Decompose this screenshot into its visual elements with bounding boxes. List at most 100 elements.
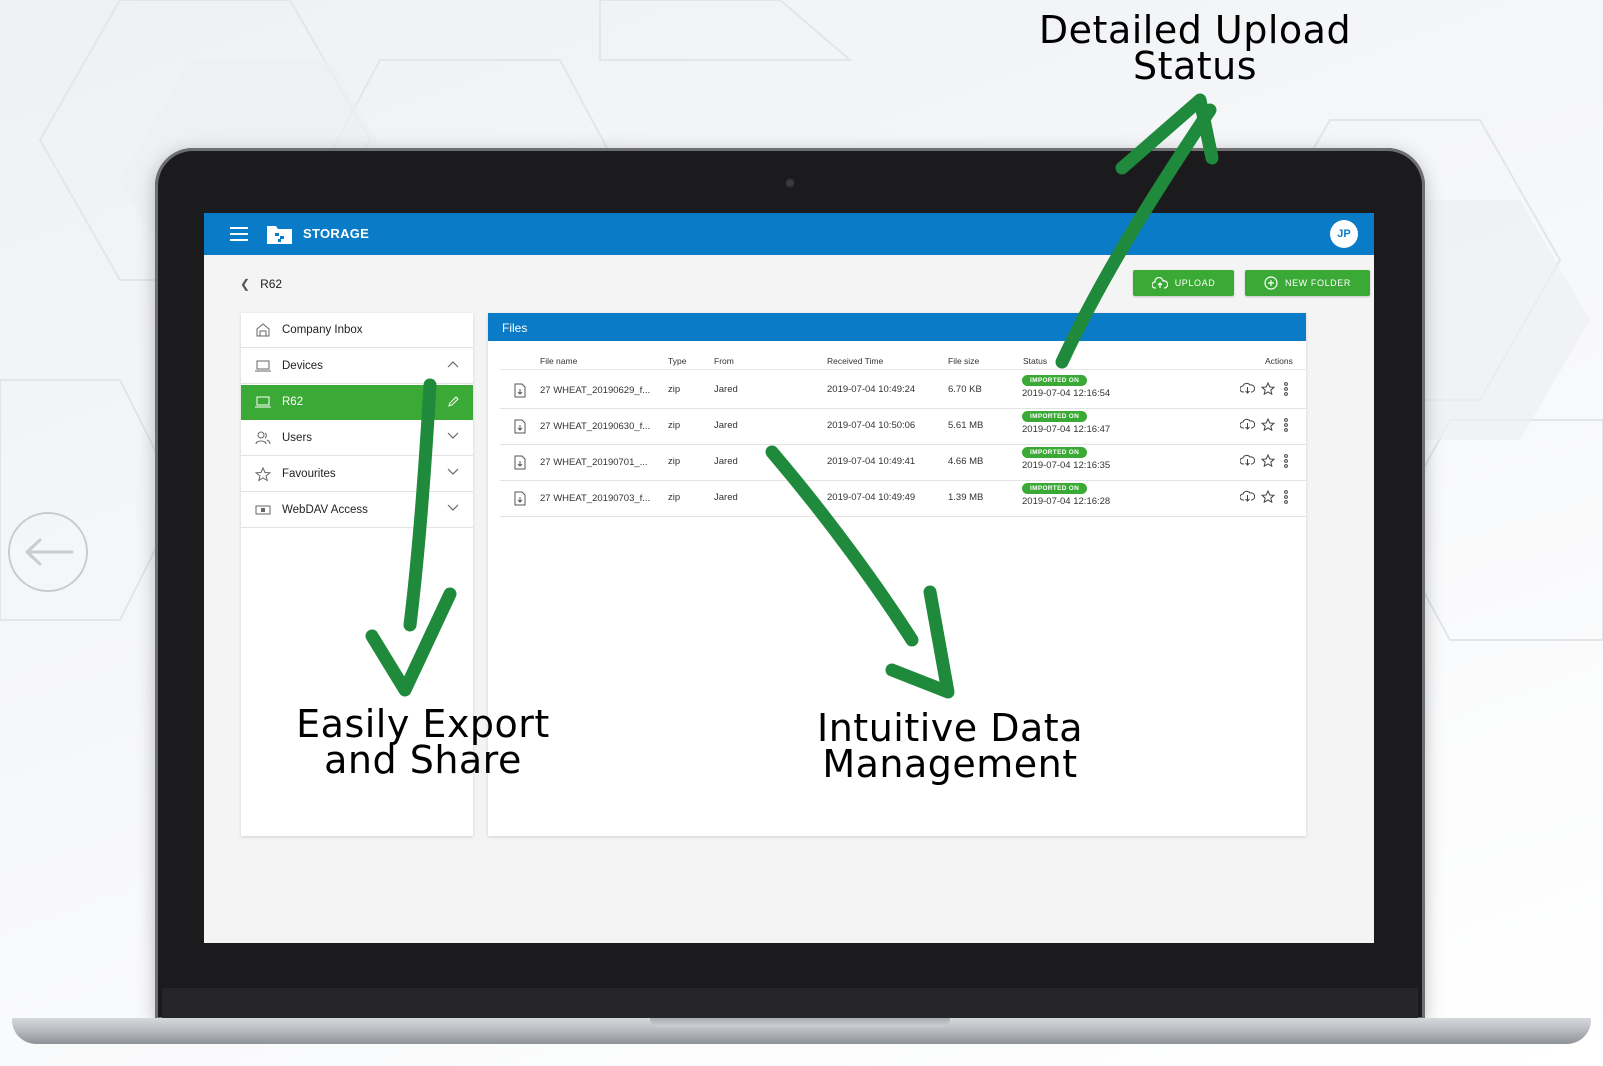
sidebar-item-label: Devices <box>282 360 323 372</box>
more-vert-icon[interactable] <box>1283 382 1289 396</box>
file-icon <box>514 383 526 398</box>
star-icon[interactable] <box>1261 490 1275 503</box>
breadcrumb-current: R62 <box>260 277 283 291</box>
file-from: Jared <box>714 456 738 467</box>
file-name[interactable]: 27 WHEAT_20190629_f... <box>540 385 650 396</box>
header-divider <box>500 369 1306 370</box>
file-from: Jared <box>714 420 738 431</box>
menu-icon[interactable] <box>230 227 248 241</box>
sidebar-item-r62[interactable]: R62 <box>241 385 473 420</box>
status-time: 2019-07-04 12:16:54 <box>1022 388 1111 399</box>
sidebar-item-devices[interactable]: Devices <box>241 349 473 384</box>
laptop-bezel-bottom <box>162 988 1418 1020</box>
sidebar-item-label: Users <box>282 432 313 444</box>
chevron-down-icon[interactable] <box>447 432 459 440</box>
file-icon <box>514 455 526 470</box>
carousel-prev-button[interactable] <box>8 512 88 592</box>
chevron-left-icon[interactable]: ❮ <box>240 277 250 291</box>
add-circle-icon <box>1264 276 1278 290</box>
status-time: 2019-07-04 12:16:47 <box>1022 424 1111 435</box>
received-time: 2019-07-04 10:49:24 <box>827 384 916 395</box>
upload-button[interactable]: UPLOAD <box>1133 270 1234 296</box>
new-folder-label: NEW FOLDER <box>1284 278 1351 288</box>
chevron-down-icon[interactable] <box>447 468 459 476</box>
annotation-line: Detailed Upload <box>1038 8 1352 52</box>
annotation-export-share: Easily Export and Share <box>268 705 578 779</box>
column-header-status[interactable]: Status <box>1023 356 1047 366</box>
star-icon[interactable] <box>1261 454 1275 467</box>
cloud-download-icon[interactable] <box>1240 454 1255 466</box>
file-name[interactable]: 27 WHEAT_20190701_... <box>540 457 648 468</box>
column-header-received-time[interactable]: Received Time <box>827 356 883 366</box>
file-size: 4.66 MB <box>948 456 984 467</box>
file-from: Jared <box>714 384 738 395</box>
annotation-line: Status <box>1132 44 1258 89</box>
status-badge: IMPORTED ON <box>1022 483 1088 494</box>
annotation-line: Management <box>822 742 1078 787</box>
annotation-line: Intuitive Data <box>817 706 1083 750</box>
inbox-icon <box>255 323 271 337</box>
app-title: STORAGE <box>303 226 370 241</box>
laptop-notch <box>650 1018 950 1027</box>
sidebar-item-label: WebDAV Access <box>282 504 368 516</box>
star-icon[interactable] <box>1261 382 1275 395</box>
chevron-up-icon[interactable] <box>447 360 459 368</box>
top-app-bar: STORAGE JP <box>204 213 1374 255</box>
new-folder-button[interactable]: NEW FOLDER <box>1245 270 1370 296</box>
file-type: zip <box>668 492 681 503</box>
more-vert-icon[interactable] <box>1283 454 1289 468</box>
file-size: 5.61 MB <box>948 420 984 431</box>
edit-pencil-icon[interactable] <box>447 396 459 408</box>
more-vert-icon[interactable] <box>1283 418 1289 432</box>
status-badge: IMPORTED ON <box>1022 447 1088 458</box>
laptop-icon <box>255 395 271 409</box>
received-time: 2019-07-04 10:50:06 <box>827 420 916 431</box>
folder-logo-icon <box>267 226 292 244</box>
cloud-download-icon[interactable] <box>1240 418 1255 430</box>
cloud-download-icon[interactable] <box>1240 490 1255 502</box>
laptop-icon <box>255 359 271 373</box>
table-row[interactable]: 27 WHEAT_20190701_... zip Jared 2019-07-… <box>500 445 1306 481</box>
chevron-down-icon[interactable] <box>447 504 459 512</box>
file-icon <box>514 419 526 434</box>
table-row[interactable]: 27 WHEAT_20190630_f... zip Jared 2019-07… <box>500 409 1306 445</box>
more-vert-icon[interactable] <box>1283 490 1289 504</box>
sidebar-item-favourites[interactable]: Favourites <box>241 457 473 492</box>
sidebar-item-company-inbox[interactable]: Company Inbox <box>241 313 473 348</box>
column-header-from[interactable]: From <box>714 356 734 366</box>
file-type: zip <box>668 420 681 431</box>
file-name[interactable]: 27 WHEAT_20190703_f... <box>540 493 650 504</box>
sidebar-item-label: Company Inbox <box>282 324 363 336</box>
column-header-file-size[interactable]: File size <box>948 356 979 366</box>
cloud-download-icon[interactable] <box>1240 382 1255 394</box>
laptop-camera <box>785 178 795 188</box>
file-size: 6.70 KB <box>948 384 982 395</box>
column-header-type[interactable]: Type <box>668 356 686 366</box>
status-time: 2019-07-04 12:16:28 <box>1022 496 1111 507</box>
arrow-left-icon <box>25 538 74 566</box>
received-time: 2019-07-04 10:49:49 <box>827 492 916 503</box>
sidebar-item-label: Favourites <box>282 468 336 480</box>
file-type: zip <box>668 456 681 467</box>
sidebar-item-webdav-access[interactable]: WebDAV Access <box>241 493 473 528</box>
column-header-file-name[interactable]: File name <box>540 356 577 366</box>
star-icon <box>255 467 271 481</box>
status-badge: IMPORTED ON <box>1022 375 1088 386</box>
received-time: 2019-07-04 10:49:41 <box>827 456 916 467</box>
sidebar-item-users[interactable]: Users <box>241 421 473 456</box>
file-from: Jared <box>714 492 738 503</box>
column-header-actions: Actions <box>1265 356 1293 366</box>
sidebar-item-label: R62 <box>282 396 304 408</box>
file-size: 1.39 MB <box>948 492 984 503</box>
file-name[interactable]: 27 WHEAT_20190630_f... <box>540 421 650 432</box>
annotation-upload-status: Detailed Upload Status <box>1020 8 1370 89</box>
file-type: zip <box>668 384 681 395</box>
breadcrumb: ❮ R62 <box>240 277 282 291</box>
users-icon <box>255 431 271 445</box>
avatar[interactable]: JP <box>1330 220 1358 248</box>
table-row[interactable]: 27 WHEAT_20190629_f... zip Jared 2019-07… <box>500 373 1306 409</box>
cloud-upload-icon <box>1151 277 1168 289</box>
app-screen: STORAGE JP ❮ R62 UPLOAD NEW FOLDER Compa… <box>204 213 1374 943</box>
star-icon[interactable] <box>1261 418 1275 431</box>
table-row[interactable]: 27 WHEAT_20190703_f... zip Jared 2019-07… <box>500 481 1306 517</box>
